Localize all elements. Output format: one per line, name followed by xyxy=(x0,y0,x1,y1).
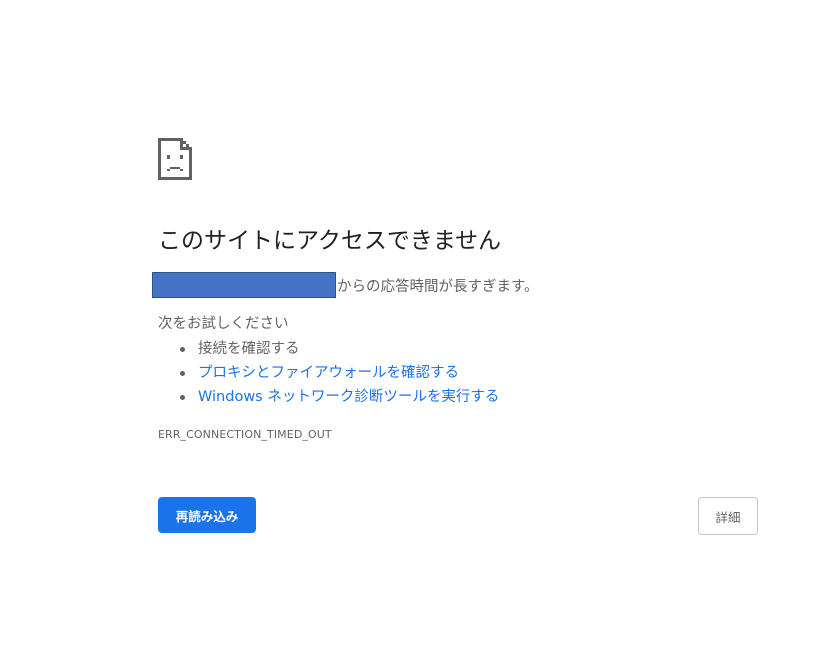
reload-button[interactable]: 再読み込み xyxy=(158,497,256,533)
suggestion-item-check-connection: 接続を確認する xyxy=(158,337,499,361)
suggestion-list: 接続を確認する プロキシとファイアウォールを確認する Windows ネットワー… xyxy=(158,337,499,409)
suggestion-item-check-proxy: プロキシとファイアウォールを確認する xyxy=(158,361,499,385)
redacted-hostname xyxy=(152,272,336,298)
suggestion-label: 接続を確認する xyxy=(198,341,300,357)
error-message: からの応答時間が長すぎます。 xyxy=(152,272,539,298)
suggestions-heading: 次をお試しください xyxy=(158,316,289,332)
bullet-icon xyxy=(180,347,185,352)
error-page: このサイトにアクセスできません からの応答時間が長すぎます。 次をお試しください… xyxy=(0,0,815,657)
bullet-icon xyxy=(180,395,185,400)
sad-page-icon xyxy=(158,138,192,180)
error-code: ERR_CONNECTION_TIMED_OUT xyxy=(158,428,332,441)
details-button[interactable]: 詳細 xyxy=(698,497,758,535)
page-title: このサイトにアクセスできません xyxy=(158,228,502,254)
run-network-diagnostics-link[interactable]: Windows ネットワーク診断ツールを実行する xyxy=(198,389,499,405)
bullet-icon xyxy=(180,371,185,376)
suggestions: 次をお試しください 接続を確認する プロキシとファイアウォールを確認する Win… xyxy=(158,313,499,409)
suggestion-item-run-diagnostics: Windows ネットワーク診断ツールを実行する xyxy=(158,385,499,409)
check-proxy-firewall-link[interactable]: プロキシとファイアウォールを確認する xyxy=(198,365,459,381)
error-message-text: からの応答時間が長すぎます。 xyxy=(337,278,539,295)
